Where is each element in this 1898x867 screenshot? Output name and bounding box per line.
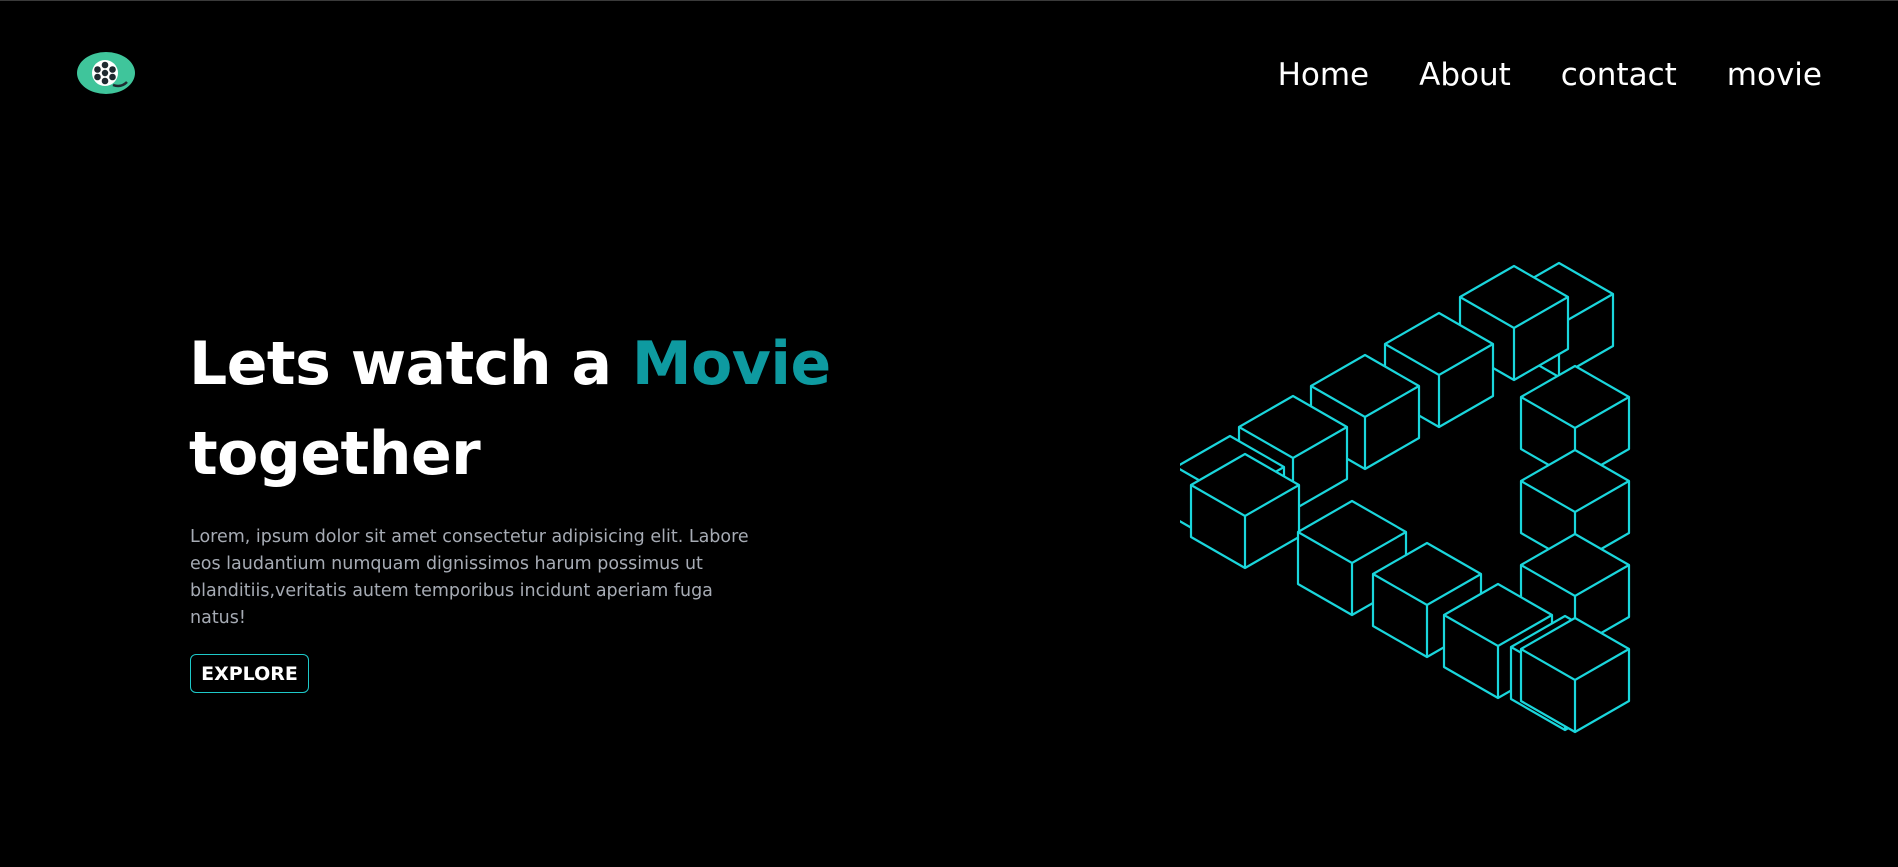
explore-button[interactable]: EXPLORE [190, 654, 309, 693]
hero-title-suffix: together [189, 419, 481, 489]
nav-contact-link[interactable]: contact [1561, 53, 1677, 97]
hero-description: Lorem, ipsum dolor sit amet consectetur … [190, 527, 749, 628]
impossible-triangle-cubes-icon [1180, 261, 1631, 734]
nav-movie-link[interactable]: movie [1727, 53, 1822, 97]
logo[interactable] [77, 52, 135, 94]
hero-title-accent: Movie [631, 329, 831, 399]
nav-home-link[interactable]: Home [1278, 53, 1370, 97]
main-nav: Home About contact movie [1278, 53, 1822, 97]
nav-about-link[interactable]: About [1419, 53, 1511, 97]
hero-title-prefix: Lets watch a [189, 329, 612, 399]
film-reel-icon [92, 60, 128, 88]
hero-title: Lets watch a Movie together [189, 319, 831, 499]
